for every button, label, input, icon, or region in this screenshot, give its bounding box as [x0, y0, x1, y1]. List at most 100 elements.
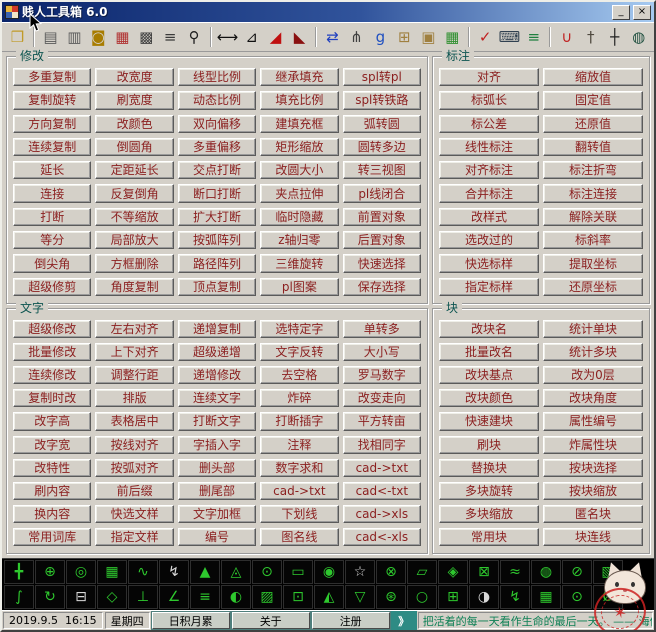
tool-button[interactable]: 炸属性块 — [543, 436, 643, 454]
tool-button[interactable]: 前置对象 — [343, 208, 421, 226]
tool-button[interactable]: 选改过的 — [439, 231, 539, 249]
cad-symbol-icon[interactable]: ◈ — [438, 560, 468, 584]
tool-button[interactable]: 对齐 — [439, 68, 539, 86]
tool-button[interactable]: 定距延长 — [95, 161, 173, 179]
tool-button[interactable]: cad<-xls — [343, 528, 421, 546]
chevron-button[interactable]: 》 — [391, 611, 417, 630]
tool-button[interactable]: 快速选择 — [343, 254, 421, 272]
tool-button[interactable]: 夹点拉伸 — [260, 184, 338, 202]
tool-button[interactable]: 改字宽 — [13, 436, 91, 454]
tool-button[interactable]: 方向复制 — [13, 115, 91, 133]
tool-button[interactable]: 矩形缩放 — [260, 138, 338, 156]
tool-button[interactable]: 罗马数字 — [343, 366, 421, 384]
table-button[interactable]: ▦ — [111, 25, 134, 49]
cad-symbol-icon[interactable]: ☆ — [345, 560, 375, 584]
tool-button[interactable]: 递增修改 — [178, 366, 256, 384]
tool-button[interactable]: 提取坐标 — [543, 254, 643, 272]
tool-button[interactable]: 批量修改 — [13, 343, 91, 361]
tool-button[interactable]: 倒圆角 — [95, 138, 173, 156]
tool-button[interactable]: 解除关联 — [543, 208, 643, 226]
tool-button[interactable]: 匿名块 — [543, 505, 643, 523]
check-document-button[interactable]: ✓ — [474, 25, 497, 49]
cad-symbol-icon[interactable]: ∿ — [128, 560, 158, 584]
tool-button[interactable]: 上下对齐 — [95, 343, 173, 361]
tool-button[interactable]: 批量改名 — [439, 343, 539, 361]
box-button[interactable]: ▣ — [417, 25, 440, 49]
tool-button[interactable]: 改为0层 — [543, 366, 643, 384]
cad-symbol-icon[interactable]: ▱ — [407, 560, 437, 584]
tool-button[interactable]: 图名线 — [260, 528, 338, 546]
tool-button[interactable]: 调整行距 — [95, 366, 173, 384]
cad-symbol-icon[interactable]: ⊞ — [438, 585, 468, 609]
tool-button[interactable]: 刷宽度 — [95, 91, 173, 109]
tool-button[interactable]: pl图案 — [260, 278, 338, 296]
cad-symbol-icon[interactable]: ▦ — [531, 585, 561, 609]
tool-button[interactable]: 改块颜色 — [439, 389, 539, 407]
statistics-button[interactable]: g — [369, 25, 392, 49]
cad-symbol-icon[interactable]: ⊙ — [252, 560, 282, 584]
tool-button[interactable]: 连续文字 — [178, 389, 256, 407]
tool-button[interactable]: 角度复制 — [95, 278, 173, 296]
tool-button[interactable]: 编号 — [178, 528, 256, 546]
clamp-tool-button[interactable]: ⋔ — [345, 25, 368, 49]
tool-button[interactable]: 建填充框 — [260, 115, 338, 133]
calculator2-button[interactable]: ⌨ — [498, 25, 522, 49]
tool-button[interactable]: 标弧长 — [439, 91, 539, 109]
tool-button[interactable]: 文字反转 — [260, 343, 338, 361]
printer-button[interactable]: ▤ — [39, 25, 62, 49]
tool-button[interactable]: 改块名 — [439, 320, 539, 338]
tool-button[interactable]: 改样式 — [439, 208, 539, 226]
tool-button[interactable]: 统计多块 — [543, 343, 643, 361]
tool-button[interactable]: spl转铁路 — [343, 91, 421, 109]
tool-button[interactable]: 字插入字 — [178, 436, 256, 454]
tool-button[interactable]: 还原坐标 — [543, 278, 643, 296]
cad-symbol-icon[interactable]: ▨ — [252, 585, 282, 609]
cad-symbol-icon[interactable]: ⊘ — [562, 560, 592, 584]
cad-symbol-icon[interactable]: ∫ — [4, 585, 34, 609]
tool-button[interactable]: 后置对象 — [343, 231, 421, 249]
tool-button[interactable]: 改块角度 — [543, 389, 643, 407]
tool-button[interactable]: 递增复制 — [178, 320, 256, 338]
tool-button[interactable]: 改块基点 — [439, 366, 539, 384]
tool-button[interactable]: 标斜率 — [543, 231, 643, 249]
cad-symbol-icon[interactable]: ≡ — [190, 585, 220, 609]
tool-button[interactable]: cad<-txt — [343, 482, 421, 500]
tool-button[interactable]: 反复倒角 — [95, 184, 173, 202]
move-arrows-button[interactable]: ⇄ — [321, 25, 344, 49]
tool-button[interactable]: 多块旋转 — [439, 482, 539, 500]
cad-symbol-icon[interactable]: ⊗ — [376, 560, 406, 584]
tool-button[interactable]: 动态比例 — [178, 91, 256, 109]
globe-button[interactable]: ◍ — [627, 25, 650, 49]
layers-button[interactable]: ≡ — [522, 25, 545, 49]
tool-button[interactable]: 缩放值 — [543, 68, 643, 86]
tool-button[interactable]: 快选标样 — [439, 254, 539, 272]
tool-button[interactable]: 大小写 — [343, 343, 421, 361]
tool-button[interactable]: 复制时改 — [13, 389, 91, 407]
tool-button[interactable]: 删头部 — [178, 459, 256, 477]
tool-button[interactable]: 刷内容 — [13, 482, 91, 500]
tool-button[interactable]: 改颜色 — [95, 115, 173, 133]
tool-button[interactable]: 延长 — [13, 161, 91, 179]
tool-button[interactable]: 去空格 — [260, 366, 338, 384]
tool-button[interactable]: 找相同字 — [343, 436, 421, 454]
tool-button[interactable]: 左右对齐 — [95, 320, 173, 338]
tool-button[interactable]: 改特性 — [13, 459, 91, 477]
cad-symbol-icon[interactable]: ↯ — [159, 560, 189, 584]
tool-button[interactable]: 常用块 — [439, 528, 539, 546]
tool-button[interactable]: 等分 — [13, 231, 91, 249]
tool-button[interactable]: 局部放大 — [95, 231, 173, 249]
tool-button[interactable]: 平方转亩 — [343, 412, 421, 430]
cad-symbol-icon[interactable]: ⊥ — [128, 585, 158, 609]
tool-button[interactable]: 弧转圆 — [343, 115, 421, 133]
cad-symbol-icon[interactable]: ⊛ — [376, 585, 406, 609]
tool-button[interactable]: 按弧对齐 — [95, 459, 173, 477]
tool-button[interactable]: 连续复制 — [13, 138, 91, 156]
tool-button[interactable]: 超级修剪 — [13, 278, 91, 296]
tool-button[interactable]: 改圆大小 — [260, 161, 338, 179]
tool-button[interactable]: 属性编号 — [543, 412, 643, 430]
lock-button[interactable]: ◙ — [87, 25, 110, 49]
tool-button[interactable]: 倒尖角 — [13, 254, 91, 272]
tool-button[interactable]: 统计单块 — [543, 320, 643, 338]
magnet-button[interactable]: ∪ — [555, 25, 578, 49]
tool-button[interactable]: 改宽度 — [95, 68, 173, 86]
